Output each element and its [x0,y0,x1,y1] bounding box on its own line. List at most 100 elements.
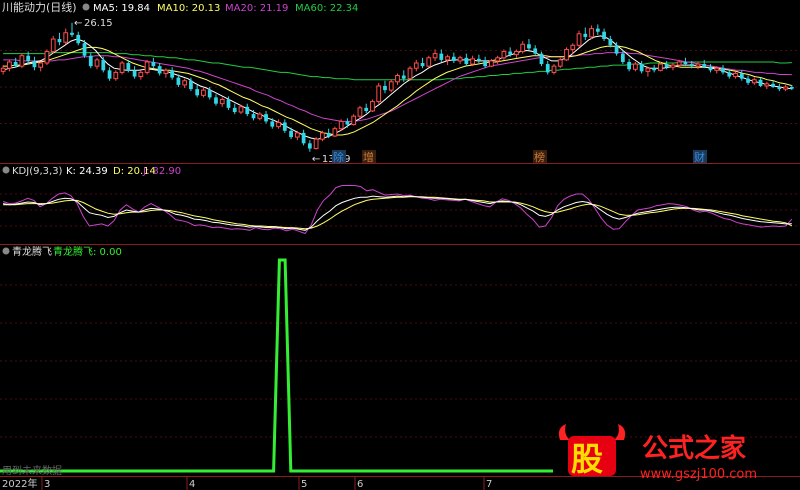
x-tick-label: 7 [486,479,492,490]
candle-body [163,69,169,74]
candle-body [589,28,594,38]
candle-body [132,70,137,77]
candle-body [407,67,413,80]
signal-title: 青龙腾飞 [12,245,52,258]
candle-body [282,122,287,131]
candle-body [614,45,619,54]
candle-body [119,62,125,73]
candle-body [727,72,732,77]
candle-body [195,89,200,96]
candle-body [157,66,162,74]
x-tick-label: 2022年 [2,477,37,490]
candle-body [245,106,250,115]
candle-body [708,67,713,71]
candle-body [376,85,382,103]
candle-body [207,90,212,98]
candle-body [345,121,350,125]
candle-body [426,57,432,67]
candle-body [645,67,651,72]
candle-body [702,64,707,68]
candle-body [627,61,631,70]
candle-body [420,63,425,67]
candle-body [338,120,344,130]
candle-body [13,61,18,67]
candle-body [508,51,513,55]
candle-body [670,64,676,68]
ma60-label: MA60: 22.34 [295,3,358,14]
candle-body [214,97,218,104]
candle-body [38,62,44,68]
future-data-notice: 用到未来数据 [2,464,62,477]
candle-body [733,72,738,78]
candle-body [739,73,744,79]
candle-body [76,34,81,44]
candle-body [383,85,387,91]
candle-body [432,53,438,59]
candle-body [313,138,319,150]
candle-body [276,121,281,128]
event-tag-dividend[interactable]: 除 [333,150,344,164]
kdj-j-label: J: 32.90 [142,166,181,177]
candle-body [457,57,463,62]
candle-body [32,60,37,68]
candle-body [326,132,331,137]
x-tick-label: 4 [189,479,195,490]
candle-body [570,44,576,50]
candle-body [658,63,663,71]
candle-body [126,63,131,71]
candle-body [451,56,456,61]
candle-body [608,39,613,46]
candle-body [94,59,100,67]
candle-body [88,55,93,67]
candle-body [464,57,469,65]
watermark-url: www.gszj100.com [640,467,757,482]
watermark-name: 公式之家 [642,433,746,464]
high-price-label: 26.15 [84,18,113,29]
candle-body [370,101,375,112]
candle-body [758,79,763,86]
stock-title: 川能动力(日线) [2,0,77,14]
signal-value-label: 青龙腾飞: 0.00 [53,245,122,258]
candle-body [721,68,725,73]
candle-body [201,89,206,96]
candle-body [602,31,606,40]
kdj-k-label: K: 24.39 [66,166,108,177]
candle-body [320,132,325,140]
candle-body [44,51,50,64]
event-tag-increase[interactable]: 增 [363,150,374,164]
candle-body [357,107,363,117]
settings-dot-icon[interactable] [2,166,10,174]
candle-body [714,67,720,71]
event-tag-finance[interactable]: 财 [694,150,705,164]
event-tag-list[interactable]: 榜 [534,150,545,164]
ma10-label: MA10: 20.13 [157,3,220,14]
candle-body [113,71,119,80]
candle-body [226,99,231,108]
candle-body [26,55,31,61]
candle-body [545,64,550,73]
candle-body [0,67,6,72]
candle-body [7,61,12,69]
ma20-label: MA20: 21.19 [225,3,288,14]
candle-body [63,32,69,43]
candle-body [413,62,419,69]
candle-body [514,51,519,56]
x-tick-label: 5 [301,479,307,490]
candle-body [683,61,688,65]
settings-dot-icon[interactable] [2,247,10,255]
candle-body [789,87,794,89]
settings-dot-icon[interactable] [82,3,90,11]
candle-body [676,61,682,66]
candle-body [477,58,481,61]
candle-body [264,114,268,122]
candle-body [301,132,306,144]
candle-body [652,68,657,71]
candle-body [307,143,312,149]
candle-body [632,63,638,70]
candle-body [232,107,237,113]
kdj-title: KDJ(9,3,3) [12,166,63,177]
candle-body [495,57,501,62]
stock-chart: 川能动力(日线) MA5: 19.84 MA10: 20.13 MA20: 21… [0,0,800,490]
watermark-logo: 股 [571,440,603,478]
candle-body [583,33,588,37]
